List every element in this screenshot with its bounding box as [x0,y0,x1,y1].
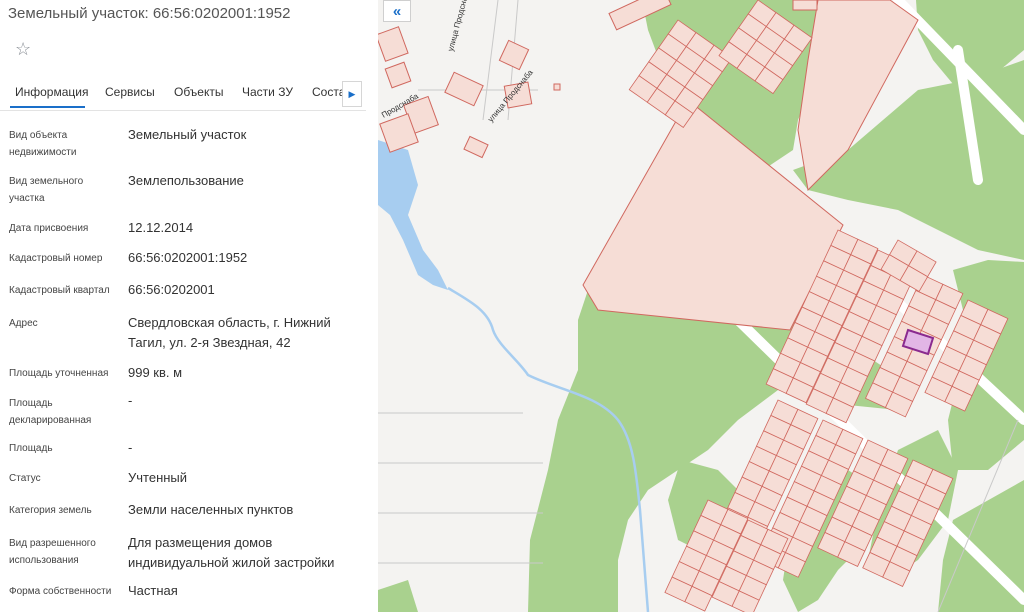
building [384,61,412,89]
forest-area [378,580,418,612]
attribute-label: Статус [9,473,41,484]
attribute-value: 66:56:0202001 [128,282,215,297]
tab-land-parts[interactable]: Части ЗУ [242,85,293,99]
attribute-value: Для размещения домов индивидуальной жило… [128,535,335,570]
attribute-value: Свердловская область, г. Нижний Тагил, у… [128,315,331,350]
attribute-label: Вид объекта недвижимости [9,130,77,158]
attribute-value: 12.12.2014 [128,220,194,235]
building [498,39,530,71]
attribute-label: Адрес [9,318,38,329]
attribute-label: Кадастровый квартал [9,285,110,296]
attribute-value: Частная [128,583,178,598]
attribute-value: Земли населенных пунктов [128,502,294,517]
active-tab-indicator [10,106,85,108]
attribute-label: Площадь [9,443,53,454]
attribute-label: Площадь уточненная [9,368,109,379]
attribute-label: Кадастровый номер [9,253,103,264]
attribute-value: Учтенный [128,470,188,485]
building [553,83,561,91]
panel-title: Земельный участок: 66:56:0202001:1952 [8,5,291,22]
tab-information[interactable]: Информация [15,85,88,99]
attribute-label: Дата присвоения [9,223,89,234]
attribute-label: Вид земельного участка [9,176,84,204]
cadastral-map[interactable]: улица Продснаба улица Продснаба Продснаб… [378,0,1024,612]
building [463,135,489,159]
double-chevron-left-icon[interactable]: « [383,0,411,22]
road-outline [482,0,499,121]
attribute-label: Категория земель [9,505,92,516]
tab-overflow-fade [362,80,366,108]
attribute-value: - [128,440,133,455]
attribute-label: Площадь декларированная [9,398,92,426]
star-icon[interactable]: ☆ [15,40,31,58]
building [792,0,818,11]
attribute-value: Землепользование [128,173,244,188]
chevron-right-icon[interactable]: ▶ [342,81,362,107]
tab-bar: Информация Сервисы Объекты Части ЗУ Сост… [0,75,366,111]
info-panel: Земельный участок: 66:56:0202001:1952 ☆ … [0,0,378,612]
attribute-label: Вид разрешенного использования [9,538,96,566]
attribute-value: 66:56:0202001:1952 [128,250,248,265]
attribute-label: Форма собственности [9,586,112,597]
tab-services[interactable]: Сервисы [105,85,155,99]
map-canvas[interactable] [378,0,1024,612]
lake [378,140,448,290]
building [378,26,409,62]
building [444,71,484,107]
attribute-value: Земельный участок [128,127,247,142]
attribute-value: - [128,393,133,408]
tab-composition[interactable]: Соста [312,85,345,99]
tab-objects[interactable]: Объекты [174,85,224,99]
attribute-value: 999 кв. м [128,365,183,380]
